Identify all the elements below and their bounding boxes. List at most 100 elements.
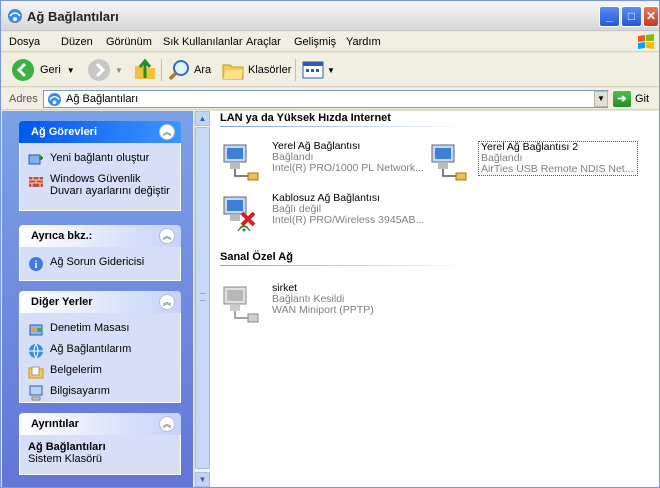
connection-item[interactable]: Yerel Ağ Bağlantısı 2 Bağlandı AirTies U…	[428, 141, 638, 185]
other-places-panel: Diğer Yerler ︽ Denetim Masası Ağ Bağlant…	[19, 291, 181, 403]
collapse-chevron-icon[interactable]: ︽	[159, 294, 175, 310]
other-places-header[interactable]: Diğer Yerler ︽	[19, 291, 181, 313]
collapse-chevron-icon[interactable]: ︽	[159, 416, 175, 432]
address-input[interactable]: Ağ Bağlantıları	[43, 90, 608, 108]
up-folder-button[interactable]	[133, 57, 157, 83]
details-title: Ayrıntılar	[31, 418, 79, 430]
connection-item[interactable]: sirket Bağlantı Kesildi WAN Miniport (PP…	[220, 283, 420, 327]
connection-item[interactable]: Kablosuz Ağ Bağlantısı Bağlı değil Intel…	[220, 193, 424, 237]
toolbar-separator	[161, 59, 162, 81]
back-label: Geri	[40, 64, 61, 76]
vpn-connection-icon	[223, 286, 259, 323]
forward-arrow-icon	[88, 59, 110, 81]
back-button[interactable]: Geri ▼	[11, 57, 75, 83]
control-panel-icon	[29, 324, 43, 336]
menu-advanced[interactable]: Gelişmiş	[294, 36, 336, 48]
menu-file[interactable]: Dosya	[9, 36, 40, 48]
forward-dropdown-icon[interactable]: ▼	[115, 66, 123, 75]
address-value: Ağ Bağlantıları	[66, 93, 139, 105]
folders-icon	[222, 64, 244, 80]
go-button[interactable]: Git	[635, 93, 649, 105]
menu-favorites[interactable]: Sık Kullanılanlar	[163, 36, 243, 48]
menu-help[interactable]: Yardım	[346, 36, 381, 48]
my-network-places-link[interactable]: Ağ Bağlantılarım	[28, 343, 172, 359]
network-connection-icon	[223, 144, 259, 181]
create-new-connection-link[interactable]: Yeni bağlantı oluştur	[28, 152, 172, 168]
connection-status: Bağlantı Kesildi	[272, 293, 345, 305]
svg-text:i: i	[35, 260, 38, 271]
network-connection-icon	[431, 144, 467, 181]
network-troubleshooter-link[interactable]: i Ağ Sorun Gidericisi	[28, 256, 172, 272]
connection-device: Intel(R) PRO/Wireless 3945AB...	[272, 215, 425, 226]
details-type: Sistem Klasörü	[28, 453, 102, 465]
folders-button[interactable]: Klasörler	[221, 57, 291, 83]
firewall-settings-link[interactable]: Windows Güvenlik Duvarı ayarlarını değiş…	[28, 173, 172, 197]
task-pane-scrollbar[interactable]: ▲ ▼	[194, 111, 210, 487]
details-header[interactable]: Ayrıntılar ︽	[19, 413, 181, 435]
forward-button[interactable]: ▼	[87, 57, 123, 83]
my-documents-link[interactable]: Belgelerim	[28, 364, 172, 380]
views-icon	[302, 61, 324, 79]
go-arrow-icon[interactable]: ➔	[613, 91, 631, 107]
network-tasks-panel: Ağ Görevleri ︽ Yeni bağlantı oluştur Win…	[19, 121, 181, 211]
search-button[interactable]: Ara	[167, 57, 211, 83]
search-icon	[168, 60, 189, 81]
maximize-button[interactable]: □	[621, 6, 642, 27]
address-bar: Adres Ağ Bağlantıları ▼ ➔ Git	[1, 88, 659, 110]
minimize-button[interactable]: _	[599, 6, 620, 27]
task-pane: Ağ Görevleri ︽ Yeni bağlantı oluştur Win…	[2, 111, 193, 487]
documents-folder-icon	[28, 366, 44, 379]
scroll-up-arrow-icon[interactable]: ▲	[195, 111, 210, 126]
help-info-icon: i	[29, 257, 43, 271]
firewall-icon	[29, 177, 43, 187]
group-title-vpn: Sanal Özel Ağ	[220, 251, 293, 263]
views-button[interactable]: ▼	[301, 57, 335, 83]
connection-status: Bağlandı	[272, 151, 314, 163]
connection-device: AirTies USB Remote NDIS Net...	[481, 164, 634, 175]
address-dropdown-icon[interactable]: ▼	[594, 91, 608, 107]
address-label: Adres	[9, 93, 38, 105]
group-divider	[220, 265, 470, 266]
collapse-chevron-icon[interactable]: ︽	[159, 124, 175, 140]
network-tasks-title: Ağ Görevleri	[31, 126, 98, 138]
explorer-window: Ağ Bağlantıları _ □ ✕ Dosya Düzen Görünü…	[0, 0, 660, 488]
other-places-title: Diğer Yerler	[31, 296, 93, 308]
menu-bar: Dosya Düzen Görünüm Sık Kullanılanlar Ar…	[1, 32, 659, 52]
views-dropdown-icon[interactable]: ▼	[327, 66, 335, 75]
group-title-lan: LAN ya da Yüksek Hızda Internet	[220, 112, 391, 124]
control-panel-link[interactable]: Denetim Masası	[28, 322, 172, 338]
content-area: LAN ya da Yüksek Hızda Internet Yerel Ağ…	[210, 111, 659, 487]
menu-edit[interactable]: Düzen	[61, 36, 93, 48]
group-divider	[220, 126, 470, 127]
see-also-header[interactable]: Ayrıca bkz.: ︽	[19, 225, 181, 247]
folders-label: Klasörler	[248, 64, 292, 76]
network-connections-icon	[8, 9, 22, 23]
scrollbar-thumb[interactable]	[195, 127, 210, 469]
details-name: Ağ Bağlantıları	[28, 441, 106, 453]
close-button[interactable]: ✕	[643, 6, 659, 27]
title-bar[interactable]: Ağ Bağlantıları _ □ ✕	[1, 1, 659, 31]
toolbar: Geri ▼ ▼ Ara Klasörler ▼	[1, 53, 659, 87]
collapse-chevron-icon[interactable]: ︽	[159, 228, 175, 244]
up-folder-icon	[135, 58, 155, 79]
connection-device: Intel(R) PRO/1000 PL Network...	[272, 163, 424, 174]
connection-status: Bağlandı	[481, 152, 523, 164]
search-label: Ara	[194, 64, 212, 76]
computer-icon	[29, 385, 43, 401]
connection-item[interactable]: Yerel Ağ Bağlantısı Bağlandı Intel(R) PR…	[220, 141, 424, 185]
network-connections-icon	[47, 92, 62, 107]
connection-device: WAN Miniport (PPTP)	[272, 305, 374, 316]
toolbar-separator	[295, 59, 296, 81]
see-also-title: Ayrıca bkz.:	[31, 230, 93, 242]
wireless-disconnected-icon	[223, 196, 256, 232]
connection-status: Bağlı değil	[272, 203, 322, 215]
menu-view[interactable]: Görünüm	[106, 36, 152, 48]
windows-logo-icon	[638, 34, 654, 49]
network-tasks-header[interactable]: Ağ Görevleri ︽	[19, 121, 181, 143]
back-arrow-icon	[12, 59, 34, 81]
back-dropdown-icon[interactable]: ▼	[67, 66, 75, 75]
network-places-icon	[29, 343, 43, 359]
menu-tools[interactable]: Araçlar	[246, 36, 281, 48]
my-computer-link[interactable]: Bilgisayarım	[28, 385, 172, 401]
scroll-down-arrow-icon[interactable]: ▼	[195, 472, 210, 487]
